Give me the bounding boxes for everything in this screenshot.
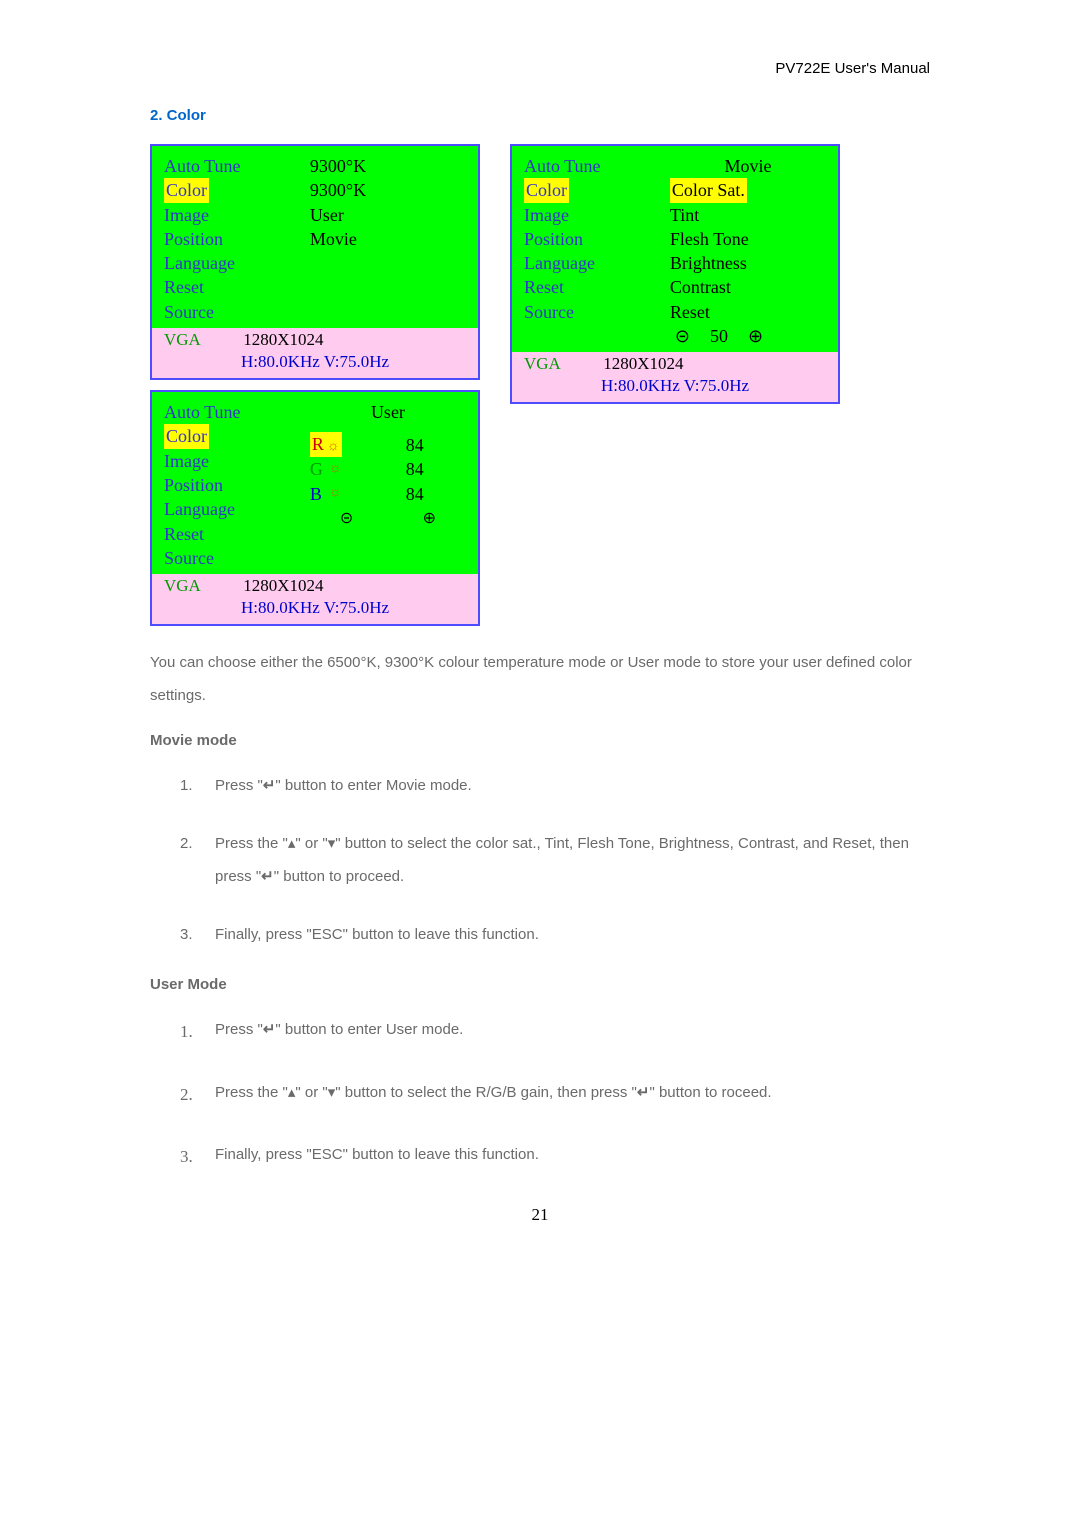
menu-item: Position — [164, 473, 300, 497]
status-vga: VGA — [164, 330, 239, 350]
enter-icon: ↵ — [261, 868, 274, 885]
osd-options-right: 9300°K 9300°K User Movie — [300, 154, 466, 324]
sun-icon: ☼ — [329, 484, 342, 503]
menu-item: Auto Tune — [164, 154, 300, 178]
list-number: 1. — [180, 769, 215, 802]
menu-item: Language — [164, 251, 300, 275]
status-resolution: 1280X1024 — [243, 330, 323, 350]
list-number: 2. — [180, 827, 215, 893]
menu-item: Position — [164, 227, 300, 251]
menu-item: Auto Tune — [164, 400, 300, 424]
status-resolution: 1280X1024 — [603, 354, 683, 374]
status-vga: VGA — [524, 354, 599, 374]
rgb-row-b: B☼ 84 — [310, 482, 466, 506]
option-item: Flesh Tone — [670, 227, 826, 251]
menu-item-selected: Color — [524, 178, 569, 202]
osd-options-right: User R☼ 84 G☼ 84 B☼ 84 ⊝ — [300, 400, 466, 570]
option-item: 9300°K — [310, 154, 466, 178]
list-item: 1. Press "↵" button to enter User mode. — [180, 1013, 930, 1050]
option-title: User — [310, 400, 466, 424]
rgb-value-g: 84 — [406, 457, 424, 481]
menu-item-selected: Color — [164, 178, 209, 202]
page-number: 21 — [150, 1205, 930, 1225]
sun-icon: ☼ — [327, 439, 340, 454]
menu-item: Image — [164, 449, 300, 473]
page-header-title: PV722E User's Manual — [150, 60, 930, 77]
list-number: 1. — [180, 1013, 215, 1050]
list-item: 3. Finally, press "ESC" button to leave … — [180, 1138, 930, 1175]
left-arrow-icon: ⊝ — [340, 508, 353, 530]
option-title: Movie — [670, 154, 826, 178]
list-number: 2. — [180, 1076, 215, 1113]
option-item: Reset — [670, 300, 826, 324]
list-number: 3. — [180, 1138, 215, 1175]
list-item: 3. Finally, press "ESC" button to leave … — [180, 918, 930, 951]
option-item: Contrast — [670, 275, 826, 299]
menu-item: Reset — [164, 275, 300, 299]
option-item: Tint — [670, 203, 826, 227]
osd-options-right: Movie Color Sat. Tint Flesh Tone Brightn… — [660, 154, 826, 348]
enter-icon: ↵ — [263, 1021, 276, 1038]
osd-menu-left: Auto Tune Color Image Position Language … — [164, 400, 300, 570]
osd-box-user-rgb: Auto Tune Color Image Position Language … — [150, 390, 480, 626]
option-item: Brightness — [670, 251, 826, 275]
osd-status-bar: VGA 1280X1024 H:80.0KHz V:75.0Hz — [512, 352, 838, 402]
rgb-row-g: G☼ 84 — [310, 457, 466, 481]
right-arrow-icon: ⊕ — [748, 324, 763, 348]
left-arrow-icon: ⊝ — [675, 324, 690, 348]
list-item: 2. Press the "▴" or "▾" button to select… — [180, 1076, 930, 1113]
subheading-movie: Movie mode — [150, 732, 930, 749]
subheading-user: User Mode — [150, 976, 930, 993]
osd-status-bar: VGA 1280X1024 H:80.0KHz V:75.0Hz — [152, 574, 478, 624]
option-item: Movie — [310, 227, 466, 251]
menu-item: Language — [164, 497, 300, 521]
slider-value: 50 — [710, 324, 728, 348]
osd-box-color-temp: Auto Tune Color Image Position Language … — [150, 144, 480, 380]
slider-row: ⊝ 50 ⊕ — [670, 324, 826, 348]
osd-menu-left: Auto Tune Color Image Position Language … — [524, 154, 660, 348]
right-arrow-icon: ⊕ — [423, 508, 436, 530]
menu-item: Source — [164, 546, 300, 570]
option-item: 9300°K — [310, 178, 466, 202]
paragraph-intro: You can choose either the 6500°K, 9300°K… — [150, 646, 930, 712]
menu-item: Source — [164, 300, 300, 324]
rgb-value-r: 84 — [406, 433, 424, 457]
osd-box-movie: Auto Tune Color Image Position Language … — [510, 144, 840, 404]
enter-icon: ↵ — [637, 1084, 650, 1101]
status-frequency: H:80.0KHz V:75.0Hz — [164, 598, 466, 618]
status-frequency: H:80.0KHz V:75.0Hz — [524, 376, 826, 396]
status-frequency: H:80.0KHz V:75.0Hz — [164, 352, 466, 372]
list-user-mode: 1. Press "↵" button to enter User mode. … — [150, 1013, 930, 1175]
menu-item: Image — [524, 203, 660, 227]
list-item: 2. Press the "▴" or "▾" button to select… — [180, 827, 930, 893]
menu-item: Language — [524, 251, 660, 275]
status-vga: VGA — [164, 576, 239, 596]
list-number: 3. — [180, 918, 215, 951]
menu-item: Image — [164, 203, 300, 227]
menu-item: Reset — [524, 275, 660, 299]
arrows-row: ⊝ ⊕ — [310, 506, 466, 530]
option-item: User — [310, 203, 466, 227]
menu-item: Auto Tune — [524, 154, 660, 178]
status-resolution: 1280X1024 — [243, 576, 323, 596]
rgb-value-b: 84 — [406, 482, 424, 506]
list-movie-mode: 1. Press "↵" button to enter Movie mode.… — [150, 769, 930, 951]
rgb-row-r: R☼ 84 — [310, 432, 466, 457]
enter-icon: ↵ — [263, 777, 276, 794]
osd-status-bar: VGA 1280X1024 H:80.0KHz V:75.0Hz — [152, 328, 478, 378]
menu-item: Reset — [164, 522, 300, 546]
osd-screenshots-row: Auto Tune Color Image Position Language … — [150, 144, 930, 626]
sun-icon: ☼ — [329, 460, 342, 479]
option-item-selected: Color Sat. — [670, 178, 747, 202]
list-item: 1. Press "↵" button to enter Movie mode. — [180, 769, 930, 802]
osd-menu-left: Auto Tune Color Image Position Language … — [164, 154, 300, 324]
menu-item: Position — [524, 227, 660, 251]
section-title: 2. Color — [150, 107, 930, 124]
menu-item: Source — [524, 300, 660, 324]
menu-item-selected: Color — [164, 424, 209, 448]
